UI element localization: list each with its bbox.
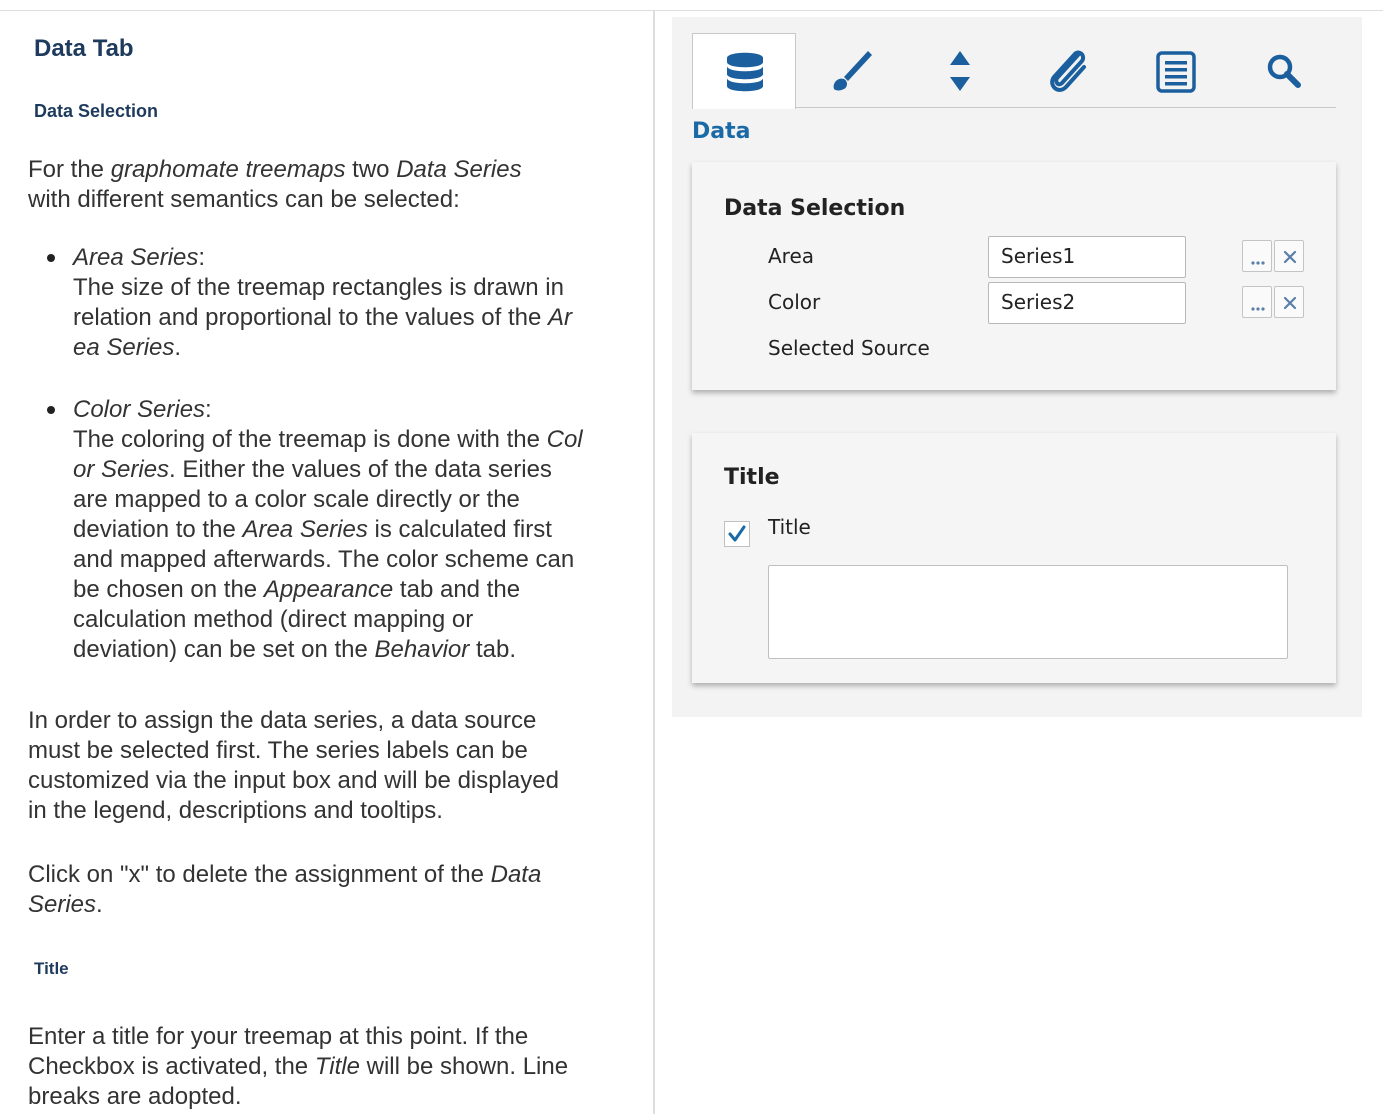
italic-run: Area Series xyxy=(73,244,199,271)
italic-run: or Series xyxy=(73,456,170,483)
data-selection-heading: Data Selection xyxy=(34,101,159,121)
selected-source-label: Selected Source xyxy=(768,336,930,360)
italic-run: Area Series xyxy=(242,516,368,543)
area-browse-button[interactable] xyxy=(1242,240,1272,272)
title-textarea[interactable] xyxy=(768,565,1288,659)
tab-appearance[interactable] xyxy=(800,33,904,108)
tab-bar xyxy=(692,17,1336,109)
italic-run: Title xyxy=(314,1053,360,1080)
title-section-title: Title xyxy=(724,465,780,490)
tab-attachments[interactable] xyxy=(1016,33,1120,108)
italic-run: Col xyxy=(546,426,583,453)
data-selection-title: Data Selection xyxy=(724,196,906,221)
tab-data[interactable] xyxy=(692,33,796,109)
color-clear-button[interactable] xyxy=(1274,286,1304,318)
sort-arrows-icon xyxy=(950,51,970,91)
list-item-area-series: Area Series: The size of the treemap rect… xyxy=(28,243,644,395)
italic-run: Ar xyxy=(547,304,572,331)
section-heading-data: Data xyxy=(692,119,751,144)
assign-paragraph: In order to assign the data series, a da… xyxy=(28,707,559,824)
search-icon xyxy=(1267,54,1301,88)
brush-icon xyxy=(833,51,872,91)
top-rule xyxy=(0,10,1383,11)
tab-behavior[interactable] xyxy=(908,33,1012,108)
area-series-text: Area Series: The size of the treemap rect… xyxy=(73,244,572,361)
checkmark-icon xyxy=(728,525,746,542)
title-checkbox[interactable] xyxy=(724,521,750,547)
title-paragraph: Enter a title for your treemap at this p… xyxy=(28,1023,569,1110)
column-divider xyxy=(653,10,655,1114)
italic-run: Data xyxy=(490,861,542,888)
color-browse-button[interactable] xyxy=(1242,286,1272,318)
list-item-color-series: Color Series: The coloring of the treemap… xyxy=(28,395,644,665)
italic-run: Color Series xyxy=(73,396,206,423)
bullet-dot xyxy=(47,406,55,414)
area-clear-button[interactable] xyxy=(1274,240,1304,272)
color-series-text: Color Series: The coloring of the treemap… xyxy=(73,396,583,663)
area-series-field[interactable]: Series1 xyxy=(988,236,1186,278)
page-title: Data Tab xyxy=(34,35,134,62)
list-icon xyxy=(1156,51,1196,93)
italic-run: graphomate treemaps xyxy=(110,156,346,183)
color-label: Color xyxy=(768,290,821,314)
intro-paragraph: For the graphomate treemaps two Data Ser… xyxy=(28,156,522,213)
title-card: Title Title xyxy=(692,433,1336,683)
close-icon xyxy=(1283,250,1297,264)
property-panel: Data Data Selection Area Series1 Color S… xyxy=(672,17,1362,717)
ellipsis-icon xyxy=(1251,307,1265,311)
delete-paragraph: Click on "x" to delete the assignment of… xyxy=(28,861,542,918)
italic-run: Appearance xyxy=(263,576,394,603)
title-checkbox-label: Title xyxy=(768,515,811,539)
tab-search[interactable] xyxy=(1232,33,1336,108)
series-list: Area Series: The size of the treemap rect… xyxy=(28,243,644,665)
title-heading: Title xyxy=(34,959,69,978)
color-series-field[interactable]: Series2 xyxy=(988,282,1186,324)
data-selection-card: Data Selection Area Series1 Color Series… xyxy=(692,162,1336,390)
ellipsis-icon xyxy=(1251,261,1265,265)
paperclip-icon xyxy=(1050,50,1086,92)
tab-list[interactable] xyxy=(1124,33,1228,108)
italic-run: ea Series xyxy=(73,334,175,361)
area-label: Area xyxy=(768,244,815,268)
close-icon xyxy=(1283,296,1297,310)
bullet-dot xyxy=(47,254,55,262)
italic-run: Behavior xyxy=(374,636,470,663)
italic-run: Data Series xyxy=(396,156,522,183)
italic-run: Series xyxy=(28,891,97,918)
database-icon xyxy=(727,52,763,92)
